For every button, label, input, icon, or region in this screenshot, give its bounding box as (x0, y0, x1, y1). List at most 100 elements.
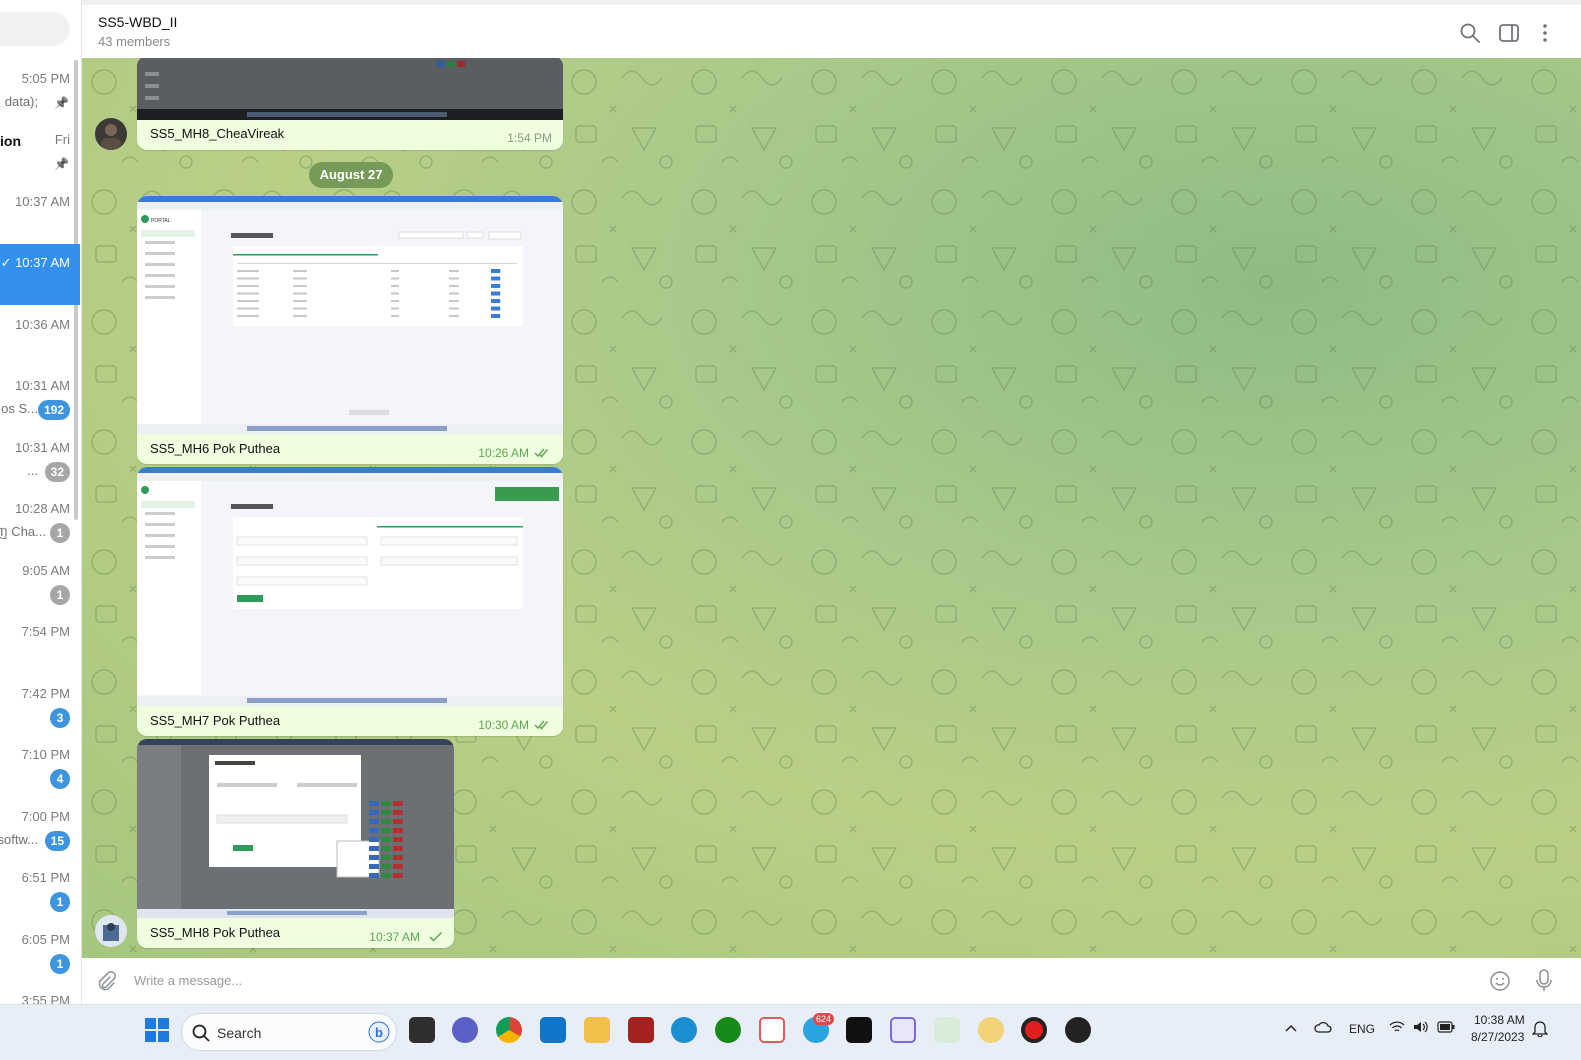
file-explorer-icon[interactable] (584, 1017, 610, 1043)
intellij-icon[interactable] (846, 1017, 872, 1043)
chat-list-item[interactable]: 7:00 PM softw... 15 (0, 798, 80, 859)
table-cell-placeholder (391, 307, 399, 310)
chat-search-input[interactable] (0, 12, 70, 46)
table-cell-placeholder (391, 300, 399, 302)
avatar-pok-puthea[interactable] (95, 915, 127, 947)
chat-list-item[interactable]: 10:31 AM... 32 (0, 429, 80, 490)
chat-list-item[interactable]: 9:05 AM 1 (0, 552, 80, 613)
chat-list-item[interactable]: 3:55 PM (0, 982, 80, 1004)
unread-badge: 1 (50, 585, 70, 605)
attach-icon[interactable] (96, 971, 116, 991)
app-cube-icon[interactable] (890, 1017, 916, 1043)
chat-last-message: ... (27, 463, 38, 478)
unread-badge: 1 (50, 892, 70, 912)
message-input[interactable]: Write a message... (134, 973, 242, 988)
chat-list-item[interactable]: 7:10 PM 4 (0, 736, 80, 797)
chat-last-message: ញ Cha... (0, 524, 46, 539)
wifi-icon[interactable] (1389, 1020, 1405, 1034)
table-cell-placeholder (237, 292, 259, 295)
member-count[interactable]: 43 members (98, 34, 170, 49)
table-action-button (491, 299, 500, 303)
table-action-button (381, 837, 391, 842)
task-view-icon[interactable] (409, 1017, 435, 1043)
table-cell-placeholder (237, 270, 259, 272)
chat-time: 6:05 PM (21, 932, 70, 947)
edge-icon[interactable] (671, 1017, 697, 1043)
clock-time[interactable]: 10:38 AM (1474, 1013, 1525, 1027)
table-cell-placeholder (237, 315, 259, 317)
group-name[interactable]: SS5-WBD_II (98, 14, 177, 30)
snipping-tool-icon[interactable] (759, 1017, 785, 1043)
app-red-icon[interactable] (628, 1017, 654, 1043)
volume-icon[interactable] (1412, 1020, 1430, 1034)
table-cell-placeholder (237, 300, 259, 302)
photo-thumbnail[interactable] (137, 739, 454, 918)
search-icon[interactable] (1459, 22, 1481, 44)
photo-thumbnail[interactable]: PORTAL (137, 196, 563, 434)
chat-header: SS5-WBD_II 43 members (82, 0, 1581, 58)
windows-start-icon[interactable] (145, 1018, 169, 1042)
table-cell-placeholder (449, 315, 459, 317)
message-sender[interactable]: SS5_MH8_CheaVireak (150, 126, 284, 141)
message-photo-4[interactable]: SS5_MH8 Pok Puthea 10:37 AM (137, 739, 454, 948)
chat-list-item[interactable]: 7:54 PM (0, 613, 80, 674)
table-action-button (393, 873, 403, 878)
chat-list-item[interactable]: 6:05 PM 1 (0, 921, 80, 982)
pin-icon: 📌 (54, 157, 69, 171)
table-action-button (381, 873, 391, 878)
photo-thumbnail[interactable] (137, 58, 563, 120)
chat-list-item[interactable]: 6:51 PM 1 (0, 859, 80, 920)
more-vertical-icon[interactable] (1534, 22, 1556, 44)
taskbar-search[interactable]: Search b (181, 1013, 397, 1051)
table-action-button (393, 801, 403, 806)
taskbar-search-label: Search (217, 1025, 262, 1041)
xbox-icon[interactable] (715, 1017, 741, 1043)
telegram-unread-badge: 624 (813, 1013, 835, 1025)
emoji-icon[interactable] (1489, 970, 1511, 992)
avatar-chea-vireak[interactable] (95, 118, 127, 150)
table-cell-placeholder (449, 292, 459, 295)
message-photo-1[interactable]: SS5_MH8_CheaVireak 1:54 PM (137, 58, 563, 150)
chat-last-message: softw... (0, 832, 38, 847)
notification-bell-icon[interactable] (1532, 1019, 1548, 1037)
photo-thumbnail[interactable] (137, 467, 563, 706)
chat-list-item[interactable]: 7:42 PM 3 (0, 675, 80, 736)
table-action-button (369, 837, 379, 842)
bing-icon[interactable]: b (368, 1021, 390, 1043)
chat-list-item[interactable]: 10:36 AM (0, 306, 80, 367)
message-sender[interactable]: SS5_MH7 Pok Puthea (150, 713, 280, 728)
message-sender[interactable]: SS5_MH6 Pok Puthea (150, 441, 280, 456)
chat-list-item[interactable]: 10:28 AM ញ Cha... 1 (0, 490, 80, 551)
vscode-icon[interactable] (540, 1017, 566, 1043)
app-paw-icon[interactable] (978, 1017, 1004, 1043)
message-photo-3[interactable]: SS5_MH7 Pok Puthea 10:30 AM (137, 467, 563, 736)
message-composer[interactable]: Write a message... (82, 958, 1581, 1004)
app-media-icon[interactable] (934, 1017, 960, 1043)
chat-list-item[interactable]: 10:31 AM os S... 192 (0, 367, 80, 428)
onedrive-cloud-icon[interactable] (1314, 1020, 1332, 1034)
chat-list-item[interactable]: 5:05 PM data); 📌 (0, 60, 80, 121)
sidebar-toggle-icon[interactable] (1498, 22, 1520, 44)
message-photo-2[interactable]: PORTAL SS5_MH6 Pok Puthea 10:26 AM (137, 196, 563, 464)
message-time: 10:26 AM (478, 446, 529, 460)
message-history[interactable]: SS5_MH8_CheaVireak 1:54 PM August 27 POR… (82, 58, 1581, 958)
record-icon[interactable] (1021, 1017, 1047, 1043)
table-cell-placeholder (449, 307, 459, 310)
mic-icon[interactable] (1535, 969, 1553, 993)
play-icon[interactable] (1065, 1017, 1091, 1043)
language-indicator[interactable]: ENG (1349, 1022, 1375, 1036)
chat-list-item[interactable]: ✓ 10:37 AM (0, 244, 80, 305)
chat-list-item[interactable]: ion Fri 📌 (0, 121, 80, 182)
clock-date[interactable]: 8/27/2023 (1471, 1030, 1524, 1044)
message-sender[interactable]: SS5_MH8 Pok Puthea (150, 925, 280, 940)
chat-time: 9:05 AM (22, 563, 70, 578)
chat-last-message: os S... (1, 401, 38, 416)
chrome-icon[interactable] (496, 1017, 522, 1043)
chat-list-item[interactable]: 10:37 AM (0, 183, 80, 244)
table-action-button (393, 837, 403, 842)
teams-chat-icon[interactable] (452, 1017, 478, 1043)
battery-icon[interactable] (1437, 1021, 1455, 1033)
chevron-up-icon[interactable] (1285, 1024, 1297, 1032)
chat-time: 10:31 AM (15, 378, 70, 393)
table-cell-placeholder (237, 277, 259, 280)
